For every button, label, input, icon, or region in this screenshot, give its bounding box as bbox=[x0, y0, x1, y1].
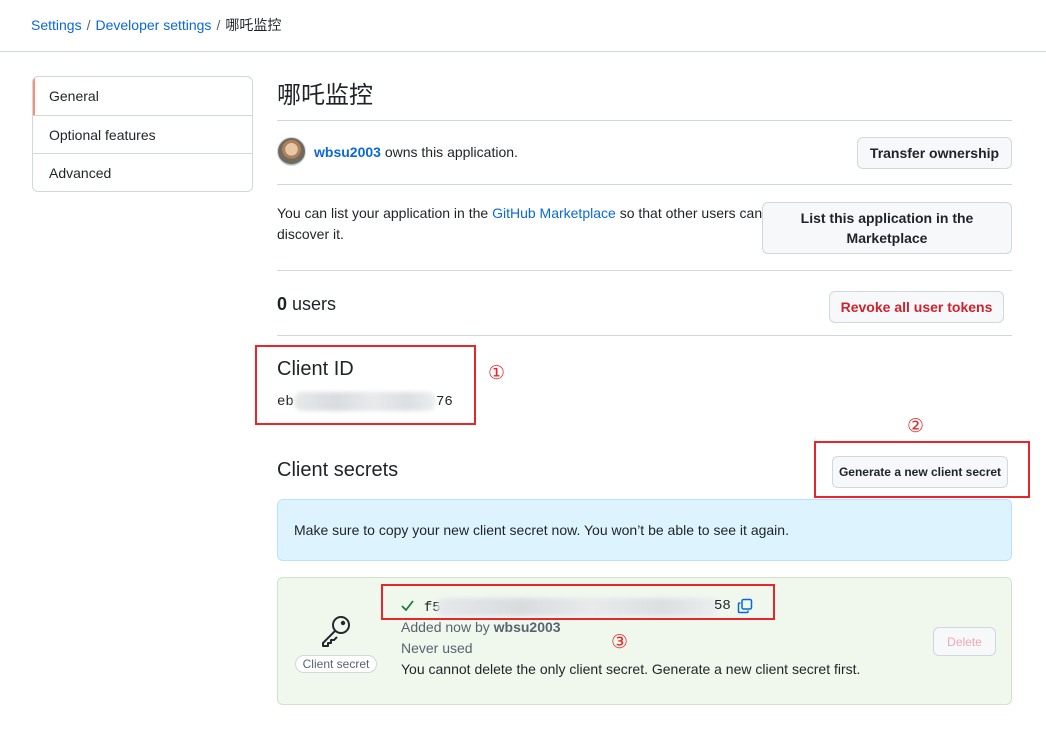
sidebar-item-general[interactable]: General bbox=[33, 77, 252, 115]
breadcrumb: Settings / Developer settings / 哪吒监控 bbox=[31, 16, 281, 34]
users-count-label: users bbox=[292, 294, 337, 314]
sidebar-item-optional-features[interactable]: Optional features bbox=[33, 115, 252, 153]
client-secret-added-by: wbsu2003 bbox=[493, 619, 561, 635]
divider bbox=[277, 335, 1012, 336]
annotation-box-client-id bbox=[255, 345, 476, 425]
divider bbox=[277, 270, 1012, 271]
owner-login-link[interactable]: wbsu2003 bbox=[314, 144, 381, 160]
client-secret-key-area: Client secret bbox=[294, 614, 378, 673]
github-marketplace-link[interactable]: GitHub Marketplace bbox=[492, 205, 616, 221]
owner-text: wbsu2003 owns this application. bbox=[314, 144, 518, 160]
avatar[interactable] bbox=[277, 137, 306, 166]
client-secret-added: Added now by wbsu2003 bbox=[401, 617, 860, 638]
flash-message: Make sure to copy your new client secret… bbox=[294, 522, 789, 538]
marketplace-text-before: You can list your application in the bbox=[277, 205, 489, 221]
flash-notice: Make sure to copy your new client secret… bbox=[277, 499, 1012, 561]
annotation-box-generate bbox=[814, 441, 1030, 498]
divider bbox=[277, 184, 1012, 185]
users-count-number: 0 bbox=[277, 294, 288, 314]
client-secret-warning: You cannot delete the only client secret… bbox=[401, 661, 861, 677]
revoke-all-user-tokens-button[interactable]: Revoke all user tokens bbox=[829, 291, 1004, 323]
breadcrumb-separator: / bbox=[216, 17, 221, 33]
annotation-number-2: ② bbox=[907, 415, 925, 437]
owner-suffix: owns this application. bbox=[384, 143, 518, 160]
transfer-ownership-button[interactable]: Transfer ownership bbox=[857, 137, 1012, 169]
client-secrets-heading: Client secrets bbox=[277, 459, 399, 481]
page-title: 哪吒监控 bbox=[277, 82, 373, 109]
settings-sidebar: General Optional features Advanced bbox=[32, 76, 253, 192]
header-divider bbox=[0, 51, 1046, 52]
sidebar-item-advanced[interactable]: Advanced bbox=[33, 153, 252, 191]
client-secret-badge: Client secret bbox=[294, 655, 378, 673]
users-count: 0 users bbox=[277, 292, 336, 316]
annotation-box-secret bbox=[381, 584, 775, 620]
breadcrumb-current: 哪吒监控 bbox=[225, 17, 282, 33]
client-secret-added-prefix: Added now by bbox=[401, 619, 490, 635]
marketplace-description: You can list your application in the Git… bbox=[277, 203, 767, 245]
divider bbox=[277, 120, 1012, 121]
delete-secret-button[interactable]: Delete bbox=[933, 627, 996, 656]
key-icon bbox=[319, 614, 353, 651]
breadcrumb-developer-settings-link[interactable]: Developer settings bbox=[95, 16, 211, 34]
list-in-marketplace-button[interactable]: List this application in the Marketplace bbox=[762, 202, 1012, 254]
breadcrumb-settings-link[interactable]: Settings bbox=[31, 16, 82, 34]
client-secret-usage: Never used bbox=[401, 640, 473, 656]
annotation-number-1: ① bbox=[488, 362, 506, 384]
owner-row: wbsu2003 owns this application. bbox=[277, 137, 518, 166]
breadcrumb-separator: / bbox=[86, 17, 91, 33]
annotation-number-3: ③ bbox=[611, 631, 629, 653]
